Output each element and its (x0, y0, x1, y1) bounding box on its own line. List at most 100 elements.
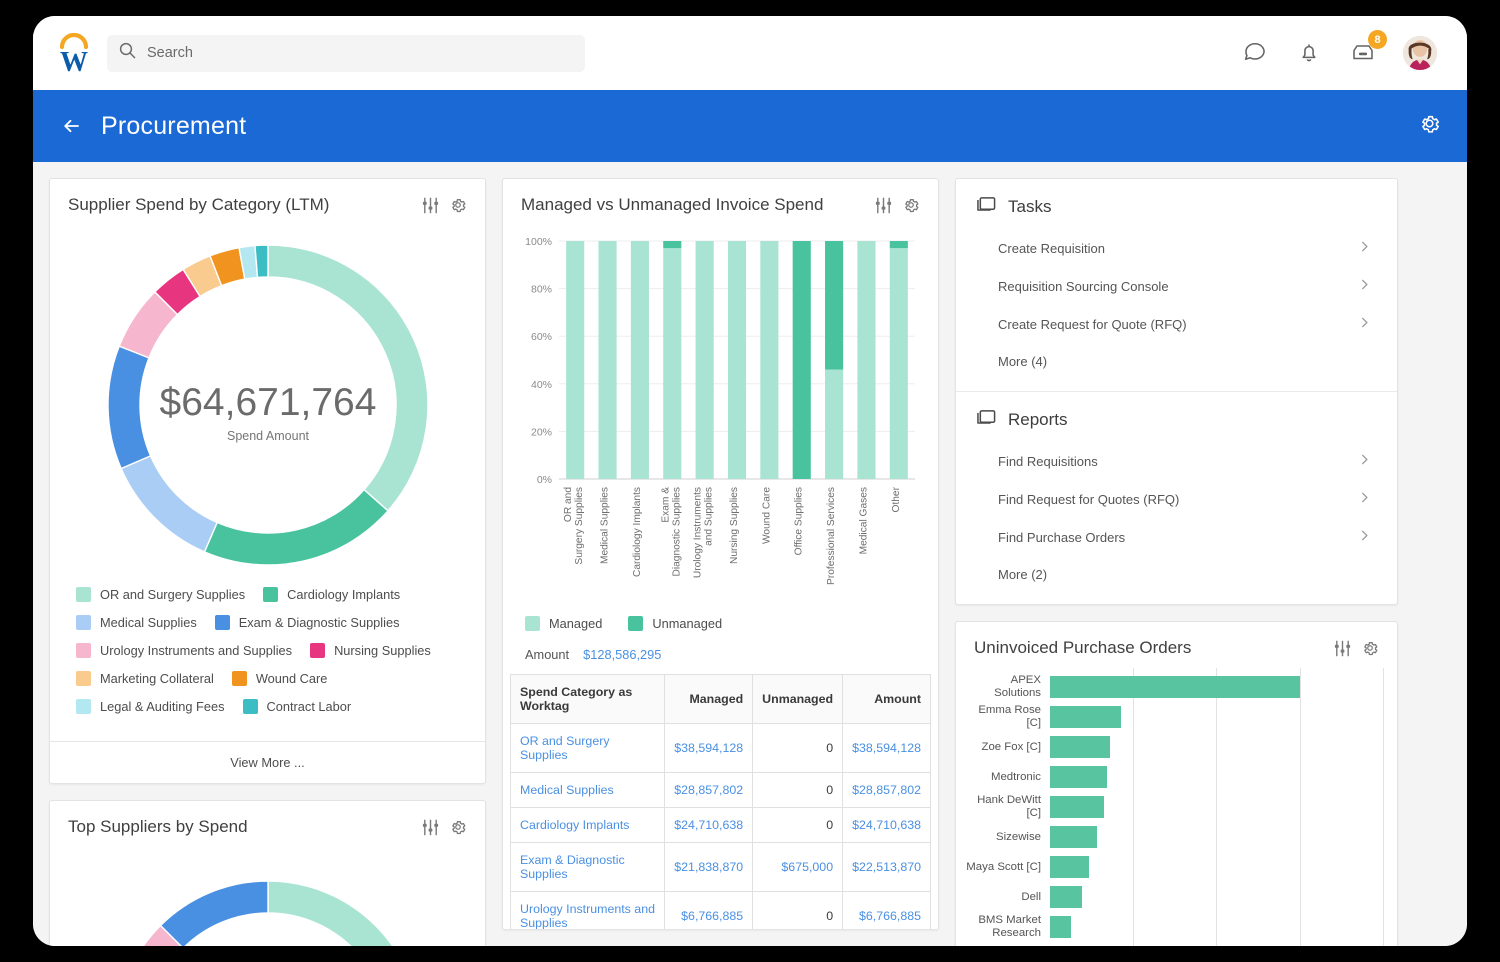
cell-category[interactable]: OR and Surgery Supplies (509, 723, 666, 773)
hbar-fill[interactable] (1050, 766, 1108, 788)
avatar[interactable] (1403, 36, 1437, 70)
cell-amount[interactable]: $24,710,638 (842, 807, 931, 843)
stacked-bar-segment[interactable] (663, 241, 682, 249)
hbar-fill[interactable] (1050, 796, 1104, 818)
cell-managed[interactable]: $21,838,870 (664, 842, 754, 892)
donut-slice[interactable] (159, 880, 269, 946)
cell-amount[interactable]: $6,766,885 (842, 891, 931, 929)
legend-item[interactable]: Urology Instruments and Supplies (76, 643, 292, 658)
legend-item[interactable]: Contract Labor (242, 699, 351, 714)
legend-item[interactable]: Cardiology Implants (263, 587, 400, 602)
cell-managed[interactable]: $38,594,128 (664, 723, 754, 773)
cell-managed[interactable]: $28,857,802 (664, 772, 754, 808)
cell-unmanaged[interactable]: 0 (752, 723, 844, 773)
stacked-bar-segment[interactable] (663, 248, 682, 479)
stacked-bar-segment[interactable] (760, 241, 779, 479)
filter-sliders-icon[interactable] (1333, 639, 1352, 658)
stacked-bar-segment[interactable] (566, 241, 585, 479)
donut-slice[interactable] (106, 345, 151, 470)
stacked-bar-segment[interactable] (889, 241, 908, 249)
legend-item[interactable]: Exam & Diagnostic Supplies (214, 615, 400, 630)
cell-amount[interactable]: $22,513,870 (842, 842, 931, 892)
tasks-more-link[interactable]: More (4) (976, 343, 1377, 383)
cell-managed[interactable]: $6,766,885 (664, 891, 754, 929)
hbar-fill[interactable] (1050, 676, 1300, 698)
table-column-header[interactable]: Amount (842, 674, 931, 724)
legend-item[interactable]: Medical Supplies (76, 615, 197, 630)
cell-amount[interactable]: $28,857,802 (842, 772, 931, 808)
stacked-bar-segment[interactable] (889, 248, 908, 479)
gear-icon[interactable] (1418, 112, 1441, 140)
filter-sliders-icon[interactable] (421, 818, 440, 837)
legend-item[interactable]: OR and Surgery Supplies (76, 587, 245, 602)
gear-icon[interactable] (449, 196, 467, 214)
inbox-tray-icon[interactable]: 8 (1349, 30, 1387, 67)
stacked-bar-segment[interactable] (695, 241, 714, 479)
legend-item[interactable]: Marketing Collateral (76, 671, 214, 686)
cell-category[interactable]: Urology Instruments and Supplies (509, 891, 666, 929)
task-item[interactable]: Create Requisition (976, 229, 1377, 267)
filter-sliders-icon[interactable] (874, 196, 893, 215)
stacked-bar-segment[interactable] (825, 241, 844, 370)
cell-category[interactable]: Medical Supplies (509, 772, 666, 808)
gear-icon[interactable] (902, 196, 920, 214)
report-item[interactable]: Find Request for Quotes (RFQ) (976, 480, 1377, 518)
stacked-bar-segment[interactable] (857, 241, 876, 479)
gear-icon[interactable] (449, 818, 467, 836)
view-more-link[interactable]: View More ... (50, 741, 485, 783)
legend-item[interactable]: Wound Care (231, 671, 327, 686)
notifications-bell-icon[interactable] (1295, 39, 1323, 67)
back-arrow-icon[interactable] (59, 113, 85, 139)
category-link[interactable]: Medical Supplies (520, 783, 614, 797)
search-box[interactable] (107, 34, 585, 72)
donut-slice[interactable] (119, 454, 218, 553)
donut-slice[interactable] (266, 880, 420, 946)
legend-item[interactable]: Legal & Auditing Fees (76, 699, 225, 714)
report-item[interactable]: Find Requisitions (976, 442, 1377, 480)
stacked-bar-segment[interactable] (792, 241, 811, 479)
donut-slice[interactable] (203, 488, 389, 566)
category-link[interactable]: OR and Surgery Supplies (520, 734, 610, 762)
reports-more-link[interactable]: More (2) (976, 556, 1377, 596)
category-link[interactable]: Cardiology Implants (520, 818, 630, 832)
donut-slice[interactable] (253, 244, 269, 279)
category-link[interactable]: Exam & Diagnostic Supplies (520, 853, 625, 881)
hbar-fill[interactable] (1050, 856, 1089, 878)
cell-unmanaged[interactable]: $675,000 (752, 842, 844, 892)
hbar-fill[interactable] (1050, 886, 1083, 908)
cell-amount[interactable]: $38,594,128 (842, 723, 931, 773)
legend-item[interactable]: Unmanaged (628, 616, 722, 631)
amount-value[interactable]: $128,586,295 (583, 647, 661, 662)
stacked-bar-segment[interactable] (825, 369, 844, 479)
category-link[interactable]: Urology Instruments and Supplies (520, 902, 655, 929)
hbar-fill[interactable] (1050, 916, 1072, 938)
workday-logo-icon[interactable]: W (53, 30, 95, 78)
legend-item[interactable]: Nursing Supplies (310, 643, 431, 658)
cell-unmanaged[interactable]: 0 (752, 772, 844, 808)
hbar-fill[interactable] (1050, 736, 1110, 758)
filter-sliders-icon[interactable] (421, 196, 440, 215)
chat-bubble-icon[interactable] (1241, 39, 1269, 67)
table-column-header[interactable]: Managed (664, 674, 754, 724)
cell-category[interactable]: Exam & Diagnostic Supplies (509, 842, 666, 892)
table-column-header[interactable]: Unmanaged (752, 674, 844, 724)
legend-swatch (628, 616, 644, 631)
cell-unmanaged[interactable]: 0 (752, 891, 844, 929)
hbar-fill[interactable] (1050, 706, 1122, 728)
task-item[interactable]: Create Request for Quote (RFQ) (976, 305, 1377, 343)
cell-unmanaged[interactable]: 0 (752, 807, 844, 843)
stacked-bar-segment[interactable] (598, 241, 617, 479)
donut-slice[interactable] (266, 244, 429, 512)
table-column-header[interactable]: Spend Category as Worktag (509, 674, 666, 724)
hbar-fill[interactable] (1050, 826, 1098, 848)
search-input[interactable] (147, 45, 573, 61)
gear-icon[interactable] (1361, 639, 1379, 657)
stacked-bar-segment[interactable] (727, 241, 747, 479)
report-item[interactable]: Find Purchase Orders (976, 518, 1377, 556)
table-row: Exam & Diagnostic Supplies $21,838,870 $67… (509, 842, 931, 892)
cell-category[interactable]: Cardiology Implants (509, 807, 666, 843)
task-item[interactable]: Requisition Sourcing Console (976, 267, 1377, 305)
stacked-bar-segment[interactable] (630, 241, 649, 479)
legend-item[interactable]: Managed (525, 616, 602, 631)
cell-managed[interactable]: $24,710,638 (664, 807, 754, 843)
